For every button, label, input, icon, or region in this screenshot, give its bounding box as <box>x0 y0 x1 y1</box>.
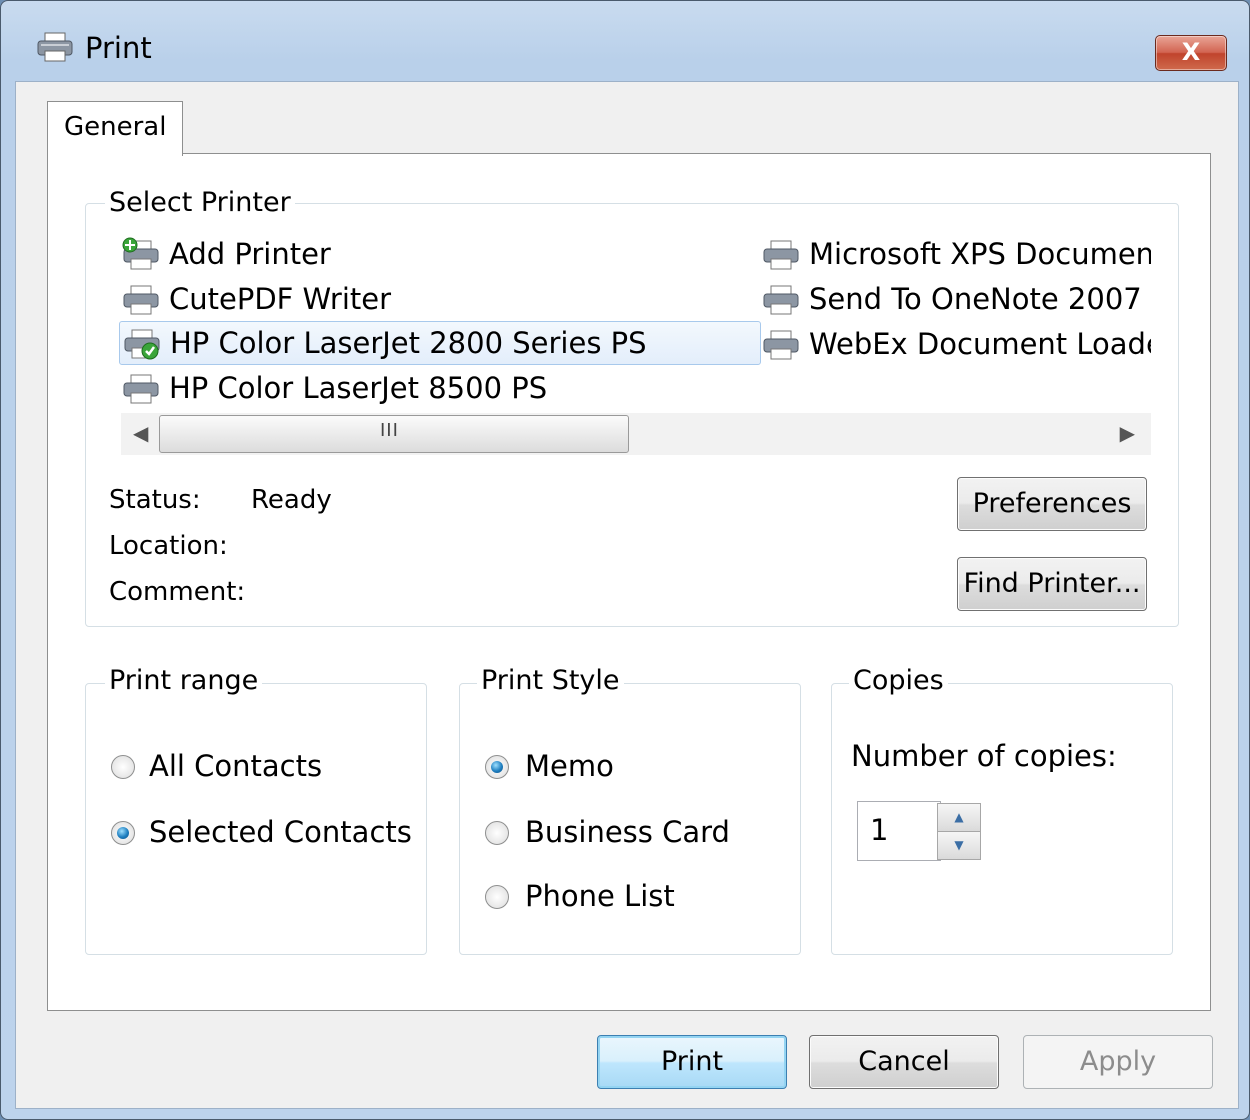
number-of-copies-label: Number of copies: <box>851 739 1117 773</box>
default-printer-icon <box>124 329 160 360</box>
printer-name: HP Color LaserJet 2800 Series PS <box>170 326 647 360</box>
printer-item-microsoft-xps[interactable]: Microsoft XPS Document Writer <box>761 233 1151 275</box>
printer-item-add-printer[interactable]: Add Printer <box>121 233 741 275</box>
print-style-legend: Print Style <box>477 665 624 696</box>
tab-general[interactable]: General <box>47 101 183 156</box>
cancel-button[interactable]: Cancel <box>809 1035 999 1089</box>
select-printer-legend: Select Printer <box>105 187 295 218</box>
spin-down-icon[interactable]: ▼ <box>937 831 981 860</box>
close-button[interactable]: X <box>1155 35 1227 71</box>
radio-button[interactable] <box>485 755 509 779</box>
printer-name: Add Printer <box>169 237 331 271</box>
radio-button[interactable] <box>485 885 509 909</box>
radio-button[interactable] <box>485 821 509 845</box>
printer-name: Send To OneNote 2007 <box>809 282 1142 316</box>
print-dialog: Print X General Select Printer Add Print… <box>0 0 1250 1120</box>
printer-item-hp-color-laserjet-8500[interactable]: HP Color LaserJet 8500 PS <box>121 367 741 409</box>
printer-name: CutePDF Writer <box>169 282 392 316</box>
preferences-button[interactable]: Preferences <box>957 477 1147 531</box>
find-printer-button[interactable]: Find Printer... <box>957 557 1147 611</box>
printer-name: Microsoft XPS Document Writer <box>809 237 1151 271</box>
location-label: Location: <box>109 531 228 561</box>
title-bar[interactable]: Print X <box>1 1 1249 81</box>
radio-label[interactable]: Business Card <box>525 815 730 849</box>
printer-icon <box>37 32 73 62</box>
add-printer-icon <box>122 237 159 270</box>
print-range-legend: Print range <box>105 665 263 696</box>
apply-button[interactable]: Apply <box>1023 1035 1213 1089</box>
print-button[interactable]: Print <box>597 1035 787 1089</box>
printer-name: HP Color LaserJet 8500 PS <box>169 371 548 405</box>
close-icon: X <box>1181 38 1201 66</box>
printer-item-send-to-onenote[interactable]: Send To OneNote 2007 <box>761 278 1151 320</box>
radio-label[interactable]: Memo <box>525 749 614 783</box>
printer-icon <box>123 374 159 404</box>
radio-label[interactable]: Selected Contacts <box>149 815 412 849</box>
scroll-right-arrow-icon[interactable]: ▶ <box>1120 421 1135 445</box>
copies-input[interactable]: 1 <box>857 801 941 861</box>
spin-up-icon[interactable]: ▲ <box>937 803 981 832</box>
printer-icon <box>763 240 799 270</box>
printer-icon <box>123 285 159 315</box>
status-label: Status: <box>109 485 201 515</box>
printer-item-cutepdf-writer[interactable]: CutePDF Writer <box>121 278 741 320</box>
printer-item-webex-document-loader[interactable]: WebEx Document Loader <box>761 323 1151 365</box>
radio-button[interactable] <box>111 755 135 779</box>
scrollbar-thumb[interactable]: III <box>159 415 629 453</box>
window-title: Print <box>85 31 152 65</box>
printer-item-hp-color-laserjet-2800[interactable]: HP Color LaserJet 2800 Series PS <box>119 321 761 365</box>
radio-button[interactable] <box>111 821 135 845</box>
status-value: Ready <box>251 485 332 515</box>
scroll-left-arrow-icon[interactable]: ◀ <box>133 421 148 445</box>
copies-legend: Copies <box>849 665 948 696</box>
copies-spinner[interactable]: ▲ ▼ <box>937 801 981 860</box>
comment-label: Comment: <box>109 577 246 607</box>
scrollbar-grip-icon: III <box>380 420 399 441</box>
radio-label[interactable]: All Contacts <box>149 749 322 783</box>
printer-icon <box>763 285 799 315</box>
radio-label[interactable]: Phone List <box>525 879 675 913</box>
printer-icon <box>763 330 799 360</box>
printer-name: WebEx Document Loader <box>809 327 1151 361</box>
